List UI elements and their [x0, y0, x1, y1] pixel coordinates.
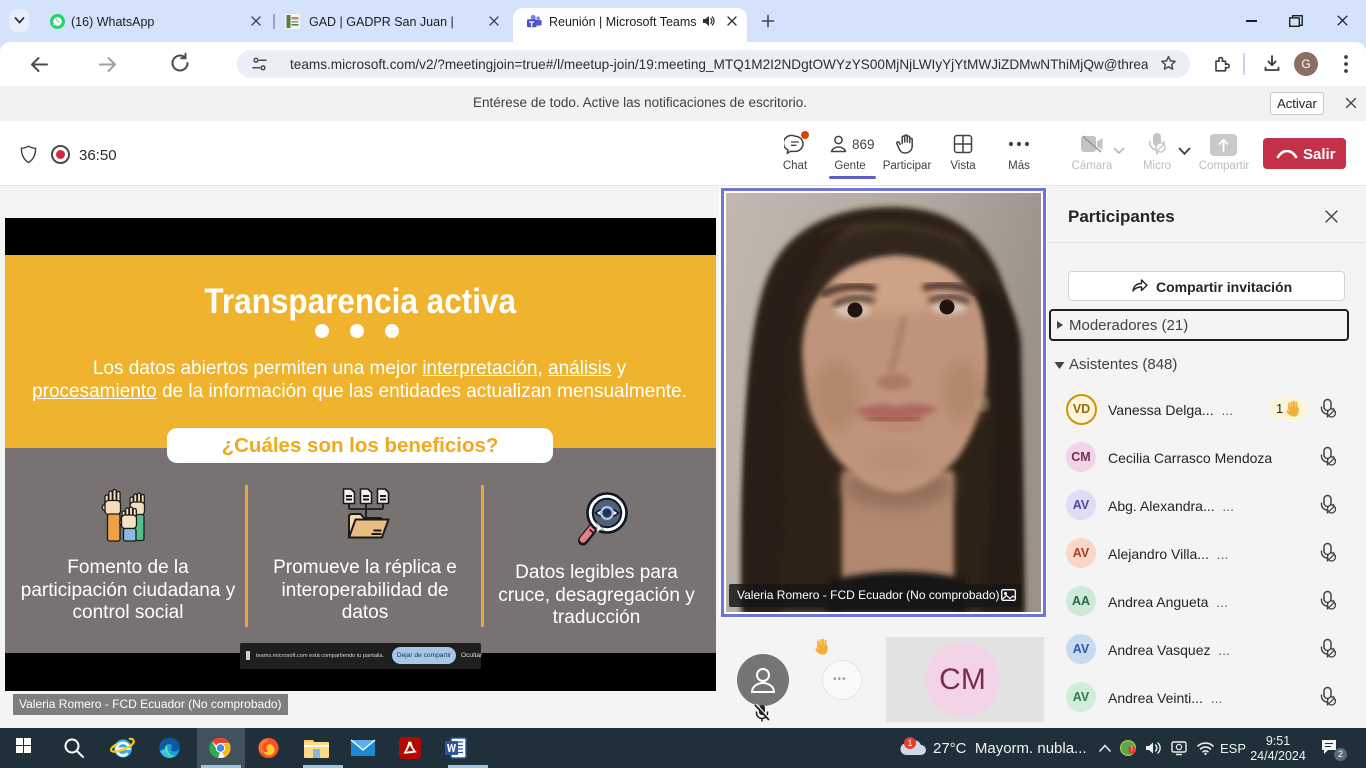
svg-text:1: 1: [907, 738, 912, 748]
